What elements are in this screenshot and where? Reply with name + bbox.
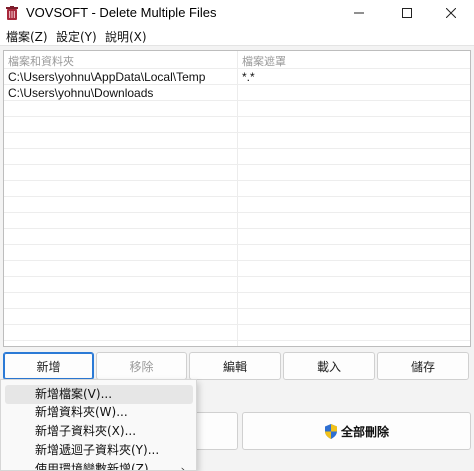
window-title: VOVSOFT - Delete Multiple Files <box>26 5 217 20</box>
empty-row <box>4 340 470 346</box>
edit-button-label: 編輯 <box>222 359 247 374</box>
row-path: C:\Users\yohnu\AppData\Local\Temp <box>8 70 206 84</box>
column-files-folders[interactable]: 檔案和資料夾 <box>8 53 74 69</box>
menu-item-add-env-variable-label: 使用環境變數新增(Z) <box>35 462 149 471</box>
load-button-label: 載入 <box>316 359 341 374</box>
menu-item-add-env-variable[interactable]: 使用環境變數新增(Z) › <box>5 460 193 471</box>
empty-row <box>4 276 470 292</box>
maximize-icon <box>402 8 412 18</box>
uac-shield-icon <box>324 423 337 439</box>
delete-all-button[interactable]: 全部刪除 <box>242 412 471 450</box>
menu-settings[interactable]: 設定(Y) <box>56 28 97 45</box>
empty-row <box>4 100 470 116</box>
save-button[interactable]: 儲存 <box>377 352 469 380</box>
load-button[interactable]: 載入 <box>283 352 375 380</box>
minimize-button[interactable] <box>336 0 382 26</box>
chevron-right-icon: › <box>180 463 185 471</box>
add-dropdown-menu: 新增檔案(V)... 新增資料夾(W)... 新增子資料夾(X)... 新增遞迴… <box>0 379 197 471</box>
trash-icon <box>6 6 18 20</box>
empty-row <box>4 148 470 164</box>
menu-bar: 檔案(Z) 設定(Y) 說明(X) <box>0 26 474 46</box>
row-path: C:\Users\yohnu\Downloads <box>8 86 154 100</box>
add-button[interactable]: 新增 <box>3 352 94 380</box>
menu-item-add-subfolders-label: 新增子資料夾(X)... <box>35 424 137 438</box>
empty-row <box>4 132 470 148</box>
file-list[interactable]: 檔案和資料夾 檔案遮罩 C:\Users\yohnu\AppData\Local… <box>3 50 471 347</box>
empty-row <box>4 180 470 196</box>
empty-row <box>4 228 470 244</box>
maximize-button[interactable] <box>384 0 430 26</box>
empty-row <box>4 116 470 132</box>
delete-all-label: 全部刪除 <box>340 424 389 439</box>
menu-item-add-subfolders[interactable]: 新增子資料夾(X)... <box>5 422 193 441</box>
empty-row <box>4 260 470 276</box>
empty-row <box>4 324 470 340</box>
edit-button[interactable]: 編輯 <box>189 352 281 380</box>
add-button-label: 新增 <box>36 359 61 374</box>
minimize-icon <box>354 12 364 14</box>
close-icon <box>446 8 456 18</box>
menu-help[interactable]: 說明(X) <box>105 28 147 45</box>
row-mask: *.* <box>242 70 255 84</box>
title-bar: VOVSOFT - Delete Multiple Files <box>0 0 474 26</box>
menu-item-add-file-label: 新增檔案(V)... <box>35 387 113 401</box>
empty-row <box>4 292 470 308</box>
menu-item-add-folder[interactable]: 新增資料夾(W)... <box>5 403 193 422</box>
table-row[interactable]: C:\Users\yohnu\Downloads <box>4 84 470 100</box>
column-file-mask[interactable]: 檔案遮罩 <box>242 53 286 69</box>
menu-file[interactable]: 檔案(Z) <box>6 28 48 45</box>
empty-row <box>4 196 470 212</box>
menu-item-add-recursive-subfolders-label: 新增遞迴子資料夾(Y)... <box>35 443 160 457</box>
menu-item-add-folder-label: 新增資料夾(W)... <box>35 405 128 419</box>
save-button-label: 儲存 <box>410 359 435 374</box>
remove-button[interactable]: 移除 <box>96 352 187 380</box>
menu-item-add-recursive-subfolders[interactable]: 新增遞迴子資料夾(Y)... <box>5 441 193 460</box>
remove-button-label: 移除 <box>129 359 154 374</box>
empty-row <box>4 244 470 260</box>
table-row[interactable]: C:\Users\yohnu\AppData\Local\Temp *.* <box>4 68 470 84</box>
menu-item-add-file[interactable]: 新增檔案(V)... <box>5 385 193 404</box>
empty-row <box>4 212 470 228</box>
empty-row <box>4 164 470 180</box>
close-button[interactable] <box>428 0 474 26</box>
empty-row <box>4 308 470 324</box>
